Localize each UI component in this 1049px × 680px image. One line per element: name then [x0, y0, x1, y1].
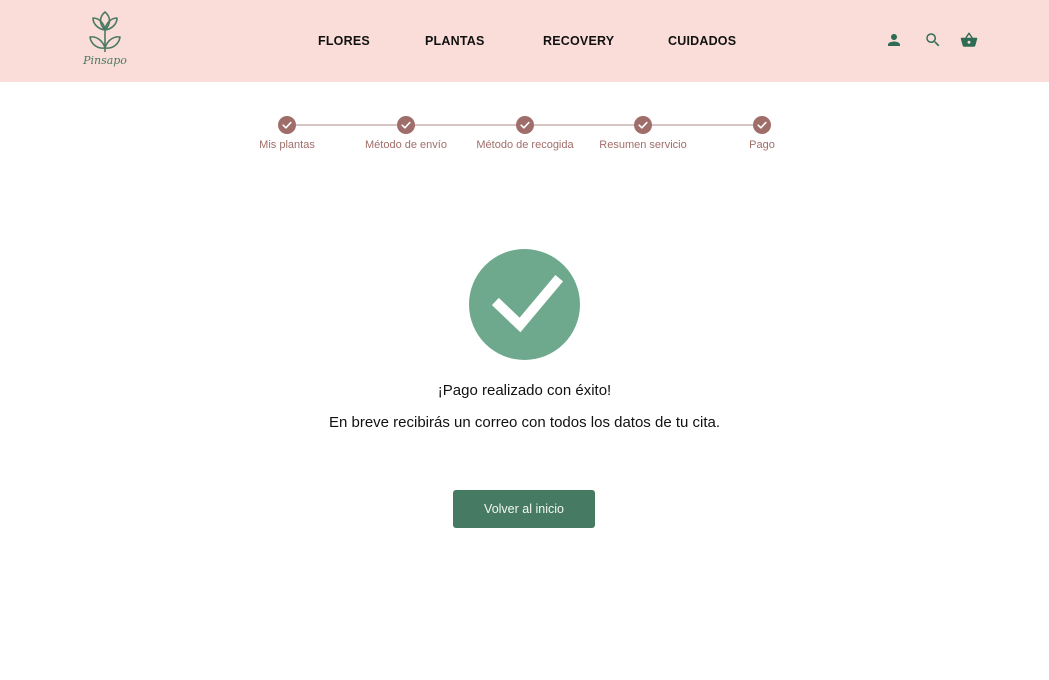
nav-item-flores[interactable]: FLORES [318, 34, 370, 48]
nav-item-plantas[interactable]: PLANTAS [425, 34, 485, 48]
step-label-metodo-envio: Método de envío [365, 139, 447, 151]
step-label-pago: Pago [749, 139, 775, 151]
brand-name: Pinsapo [83, 54, 127, 67]
confirmation-title: ¡Pago realizado con éxito! [437, 382, 612, 399]
step-complete-icon [397, 116, 415, 134]
pinsapo-logo[interactable]: Pinsapo [80, 8, 130, 74]
step-connector [652, 124, 753, 126]
step-label-metodo-recogida: Método de recogida [476, 139, 574, 151]
step-connector [534, 124, 634, 126]
step-label-mis-plantas: Mis plantas [259, 139, 315, 151]
leaf-logo-icon [89, 11, 121, 52]
nav-item-cuidados[interactable]: CUIDADOS [668, 34, 736, 48]
basket-icon[interactable] [960, 31, 978, 49]
check-circle-icon [469, 249, 580, 360]
step-connector [296, 124, 397, 126]
step-complete-icon [634, 116, 652, 134]
search-icon[interactable] [924, 31, 942, 49]
confirmation-message: En breve recibirás un correo con todos l… [328, 414, 721, 431]
site-header: Pinsapo FLORES PLANTAS RECOVERY CUIDADOS [0, 0, 1049, 82]
step-complete-icon [278, 116, 296, 134]
step-complete-icon [516, 116, 534, 134]
user-icon[interactable] [885, 31, 903, 49]
step-label-resumen-servicio: Resumen servicio [599, 139, 687, 151]
step-complete-icon [753, 116, 771, 134]
step-connector [415, 124, 516, 126]
checkout-stepper: Mis plantas Método de envío Método de re… [0, 116, 1049, 156]
back-home-button[interactable]: Volver al inicio [453, 490, 595, 528]
nav-item-recovery[interactable]: RECOVERY [543, 34, 614, 48]
